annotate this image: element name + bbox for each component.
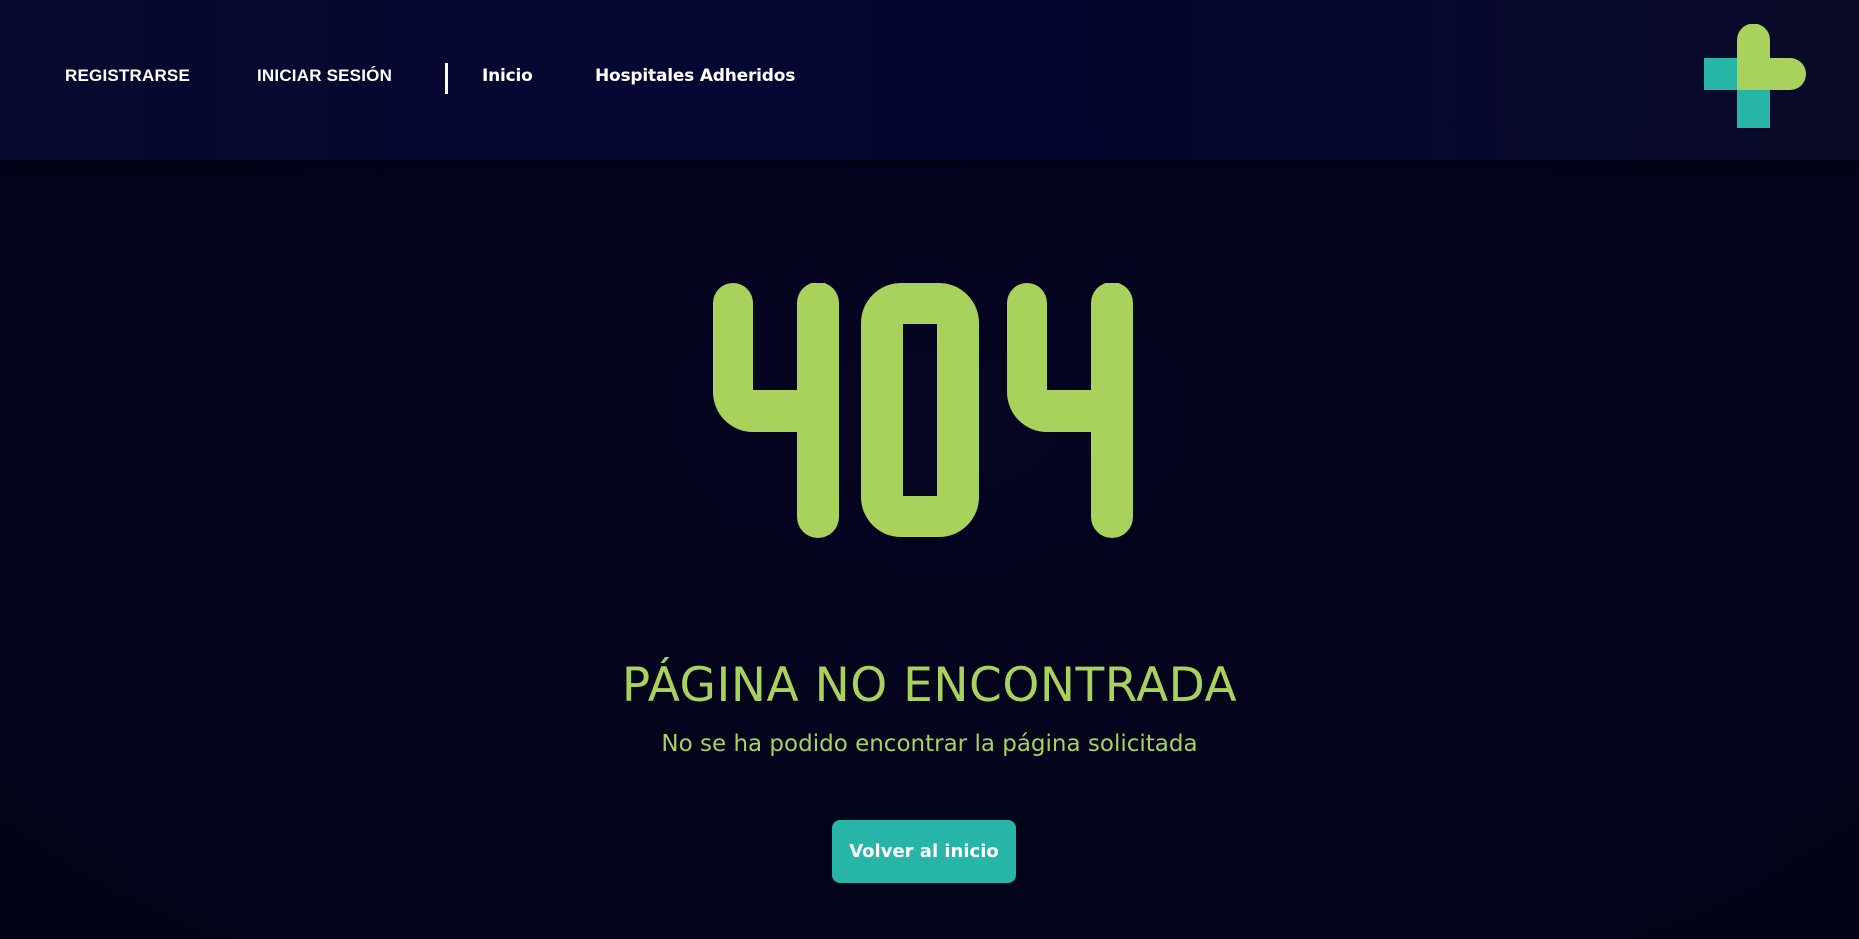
not-found-page: REGISTRARSE INICIAR SESIÓN Inicio Hospit… [0,0,1859,939]
register-link[interactable]: REGISTRARSE [65,66,190,86]
login-link[interactable]: INICIAR SESIÓN [257,66,392,86]
error-code-graphic [713,282,1133,538]
top-navbar: REGISTRARSE INICIAR SESIÓN Inicio Hospit… [0,0,1859,160]
home-link[interactable]: Inicio [482,66,533,86]
back-home-button[interactable]: Volver al inicio [832,820,1016,883]
error-code-404 [713,282,1133,538]
hospitals-link[interactable]: Hospitales Adheridos [595,66,795,86]
error-message: No se ha podido encontrar la página soli… [661,731,1198,757]
nav-divider [445,63,448,94]
page-title: PÁGINA NO ENCONTRADA [621,658,1238,713]
medical-cross-logo-icon[interactable] [1704,23,1808,128]
